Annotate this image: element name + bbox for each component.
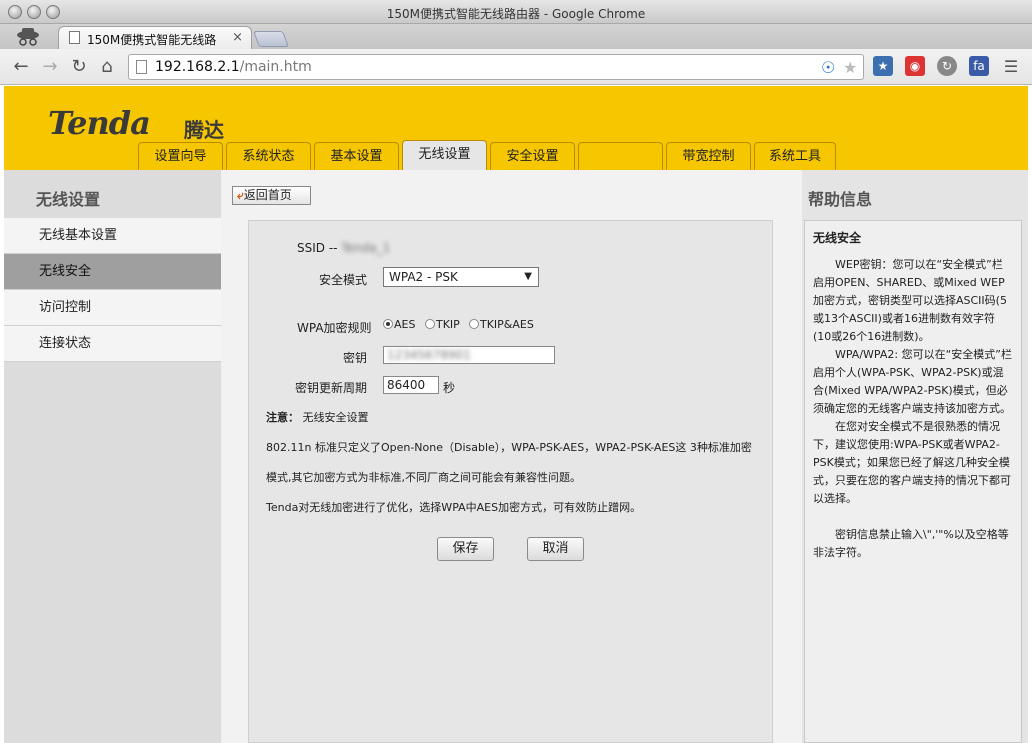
security-mode-select[interactable]: WPA2 - PSK ▼ xyxy=(383,267,539,287)
bookmark-extension-icon[interactable]: ★ xyxy=(873,56,893,76)
main-content: ⤶返回首页 SSID -- Tenda_1 安全模式 WPA2 - PSK ▼ … xyxy=(221,170,802,743)
sync-extension-icon[interactable]: ↻ xyxy=(937,56,957,76)
note-line-3: Tenda对无线加密进行了优化，选择WPA中AES加密方式，可有效防止蹭网。 xyxy=(266,501,642,514)
radio-tkip[interactable]: TKIP xyxy=(425,318,460,331)
help-box: 无线安全 WEP密钥：您可以在“安全模式”栏启用OPEN、SHARED、或Mix… xyxy=(804,220,1022,743)
sidebar-title: 无线设置 xyxy=(36,190,101,209)
renew-period-unit: 秒 xyxy=(443,381,456,395)
window-titlebar: 150M便携式智能无线路由器 - Google Chrome xyxy=(0,0,1032,24)
tab-title: 150M便携式智能无线路 xyxy=(87,33,217,47)
home-icon[interactable]: ⌂ xyxy=(96,56,118,78)
note-line-2: 模式,其它加密方式为非标准,不同厂商之间可能会有兼容性问题。 xyxy=(266,471,581,484)
tab-blank[interactable] xyxy=(578,142,663,170)
tab-basic-settings[interactable]: 基本设置 xyxy=(314,142,399,170)
incognito-icon xyxy=(17,28,39,46)
help-paragraph-wpa: WPA/WPA2: 您可以在“安全模式”栏启用个人(WPA-PSK、WPA2-P… xyxy=(813,348,1012,415)
tab-strip: 150M便携式智能无线路 × xyxy=(0,24,1032,49)
wireless-security-form: SSID -- Tenda_1 安全模式 WPA2 - PSK ▼ WPA加密规… xyxy=(248,220,773,743)
help-paragraph-wep: WEP密钥：您可以在“安全模式”栏启用OPEN、SHARED、或Mixed WE… xyxy=(813,258,1007,343)
help-heading: 无线安全 xyxy=(813,231,862,245)
ssid-label: SSID -- Tenda_1 xyxy=(297,241,391,255)
return-home-button[interactable]: ⤶返回首页 xyxy=(232,186,311,205)
adblock-extension-icon[interactable]: ◉ xyxy=(905,56,925,76)
key-value: 12345678901 xyxy=(387,348,471,362)
tab-setup-wizard[interactable]: 设置向导 xyxy=(138,142,223,170)
sidebar-item-wireless-basic[interactable]: 无线基本设置 xyxy=(4,218,221,254)
browser-toolbar: ← → ↻ ⌂ 192.168.2.1/main.htm ☉ ★ ★ ◉ ↻ f… xyxy=(0,49,1032,85)
security-mode-value: WPA2 - PSK xyxy=(389,270,458,284)
star-icon[interactable]: ★ xyxy=(843,58,857,77)
return-home-label: 返回首页 xyxy=(243,188,292,202)
tenda-logo: Tenda xyxy=(48,104,151,142)
address-bar[interactable]: 192.168.2.1/main.htm ☉ ★ xyxy=(128,54,864,80)
note-line-1: 802.11n 标准只定义了Open-None（Disable），WPA-PSK… xyxy=(266,441,752,454)
menu-icon[interactable]: ☰ xyxy=(1000,56,1022,78)
sidebar-item-access-control[interactable]: 访问控制 xyxy=(4,290,221,326)
tenda-logo-cn: 腾达 xyxy=(184,118,224,142)
cancel-button[interactable]: 取消 xyxy=(527,537,584,561)
radio-aes[interactable]: AES xyxy=(383,318,415,331)
browser-tab[interactable]: 150M便携式智能无线路 × xyxy=(58,26,252,49)
back-arrow-icon[interactable]: ← xyxy=(10,56,32,78)
router-page: Tenda 腾达 设置向导 系统状态 基本设置 无线设置 安全设置 带宽控制 系… xyxy=(0,86,1032,743)
window-title: 150M便携式智能无线路由器 - Google Chrome xyxy=(386,7,646,21)
new-tab-button[interactable] xyxy=(253,31,289,47)
url-text: 192.168.2.1/main.htm xyxy=(155,59,312,75)
fa-extension-icon[interactable]: fa xyxy=(969,56,989,76)
sidebar-item-connection-status[interactable]: 连接状态 xyxy=(4,326,221,362)
tab-wireless-settings[interactable]: 无线设置 xyxy=(402,140,487,170)
page-icon xyxy=(136,60,147,74)
forward-arrow-icon[interactable]: → xyxy=(39,56,61,78)
ssid-value: Tenda_1 xyxy=(341,241,391,255)
help-title: 帮助信息 xyxy=(808,190,873,209)
note-header: 注意： 无线安全设置 xyxy=(266,411,369,424)
renew-period-label: 密钥更新周期 xyxy=(295,381,368,395)
translate-icon[interactable]: ☉ xyxy=(821,58,835,77)
key-label: 密钥 xyxy=(343,351,368,365)
page-favicon-icon xyxy=(69,31,80,44)
tab-bandwidth-control[interactable]: 带宽控制 xyxy=(666,142,751,170)
save-button[interactable]: 保存 xyxy=(437,537,494,561)
return-arrow-icon: ⤶ xyxy=(237,188,244,202)
security-mode-label: 安全模式 xyxy=(319,273,368,287)
key-input[interactable]: 12345678901 xyxy=(383,346,555,364)
sidebar: 无线设置 无线基本设置 无线安全 访问控制 连接状态 xyxy=(4,170,221,743)
help-paragraph-chars: 密钥信息禁止输入\",'"%以及空格等非法字符。 xyxy=(813,528,1009,559)
tab-system-tools[interactable]: 系统工具 xyxy=(754,142,836,170)
tab-system-status[interactable]: 系统状态 xyxy=(226,142,311,170)
chevron-down-icon: ▼ xyxy=(524,271,532,282)
header-banner: Tenda 腾达 设置向导 系统状态 基本设置 无线设置 安全设置 带宽控制 系… xyxy=(4,86,1028,170)
radio-tkip-aes[interactable]: TKIP&AES xyxy=(469,318,534,331)
reload-icon[interactable]: ↻ xyxy=(68,56,90,78)
renew-period-input[interactable]: 86400 xyxy=(383,376,439,394)
tab-security-settings[interactable]: 安全设置 xyxy=(490,142,575,170)
help-panel: 帮助信息 无线安全 WEP密钥：您可以在“安全模式”栏启用OPEN、SHARED… xyxy=(802,170,1028,743)
sidebar-item-wireless-security[interactable]: 无线安全 xyxy=(4,254,221,290)
help-paragraph-recommend: 在您对安全模式不是很熟悉的情况下，建议您使用:WPA-PSK或者WPA2-PSK… xyxy=(813,420,1011,505)
tab-close-icon[interactable]: × xyxy=(232,30,243,45)
cipher-label: WPA加密规则 xyxy=(297,321,372,335)
